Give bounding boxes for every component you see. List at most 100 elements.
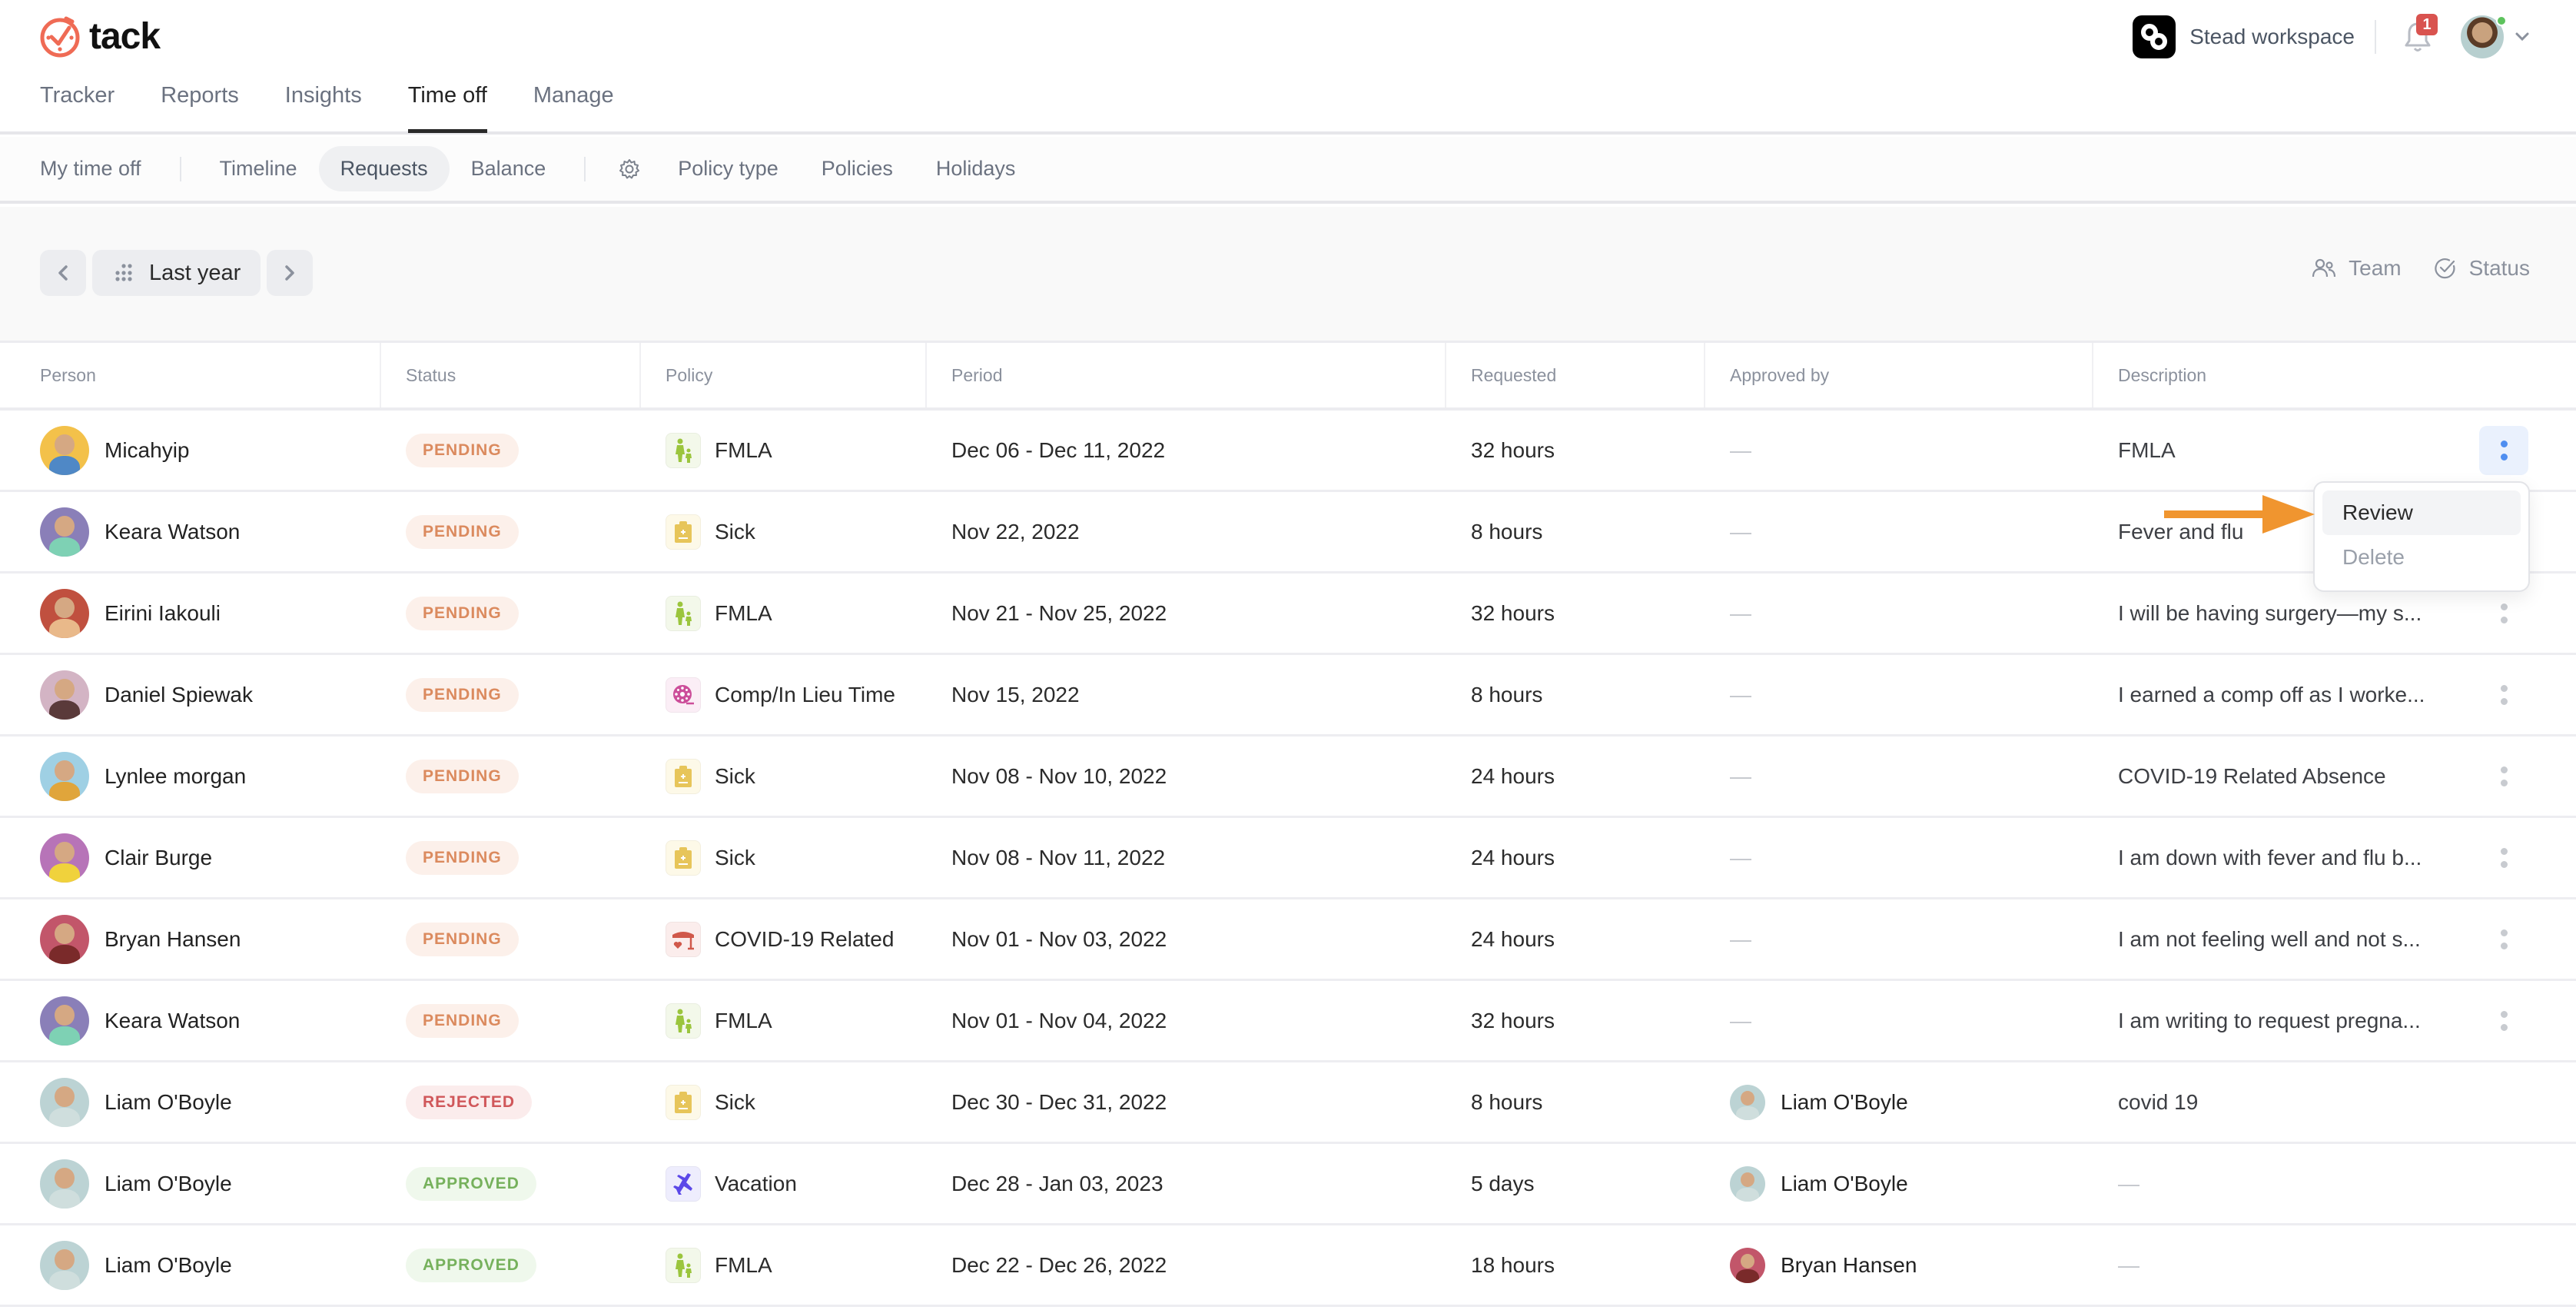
table-row[interactable]: Eirini Iakouli PENDING FMLA Nov 21 - Nov… [0, 574, 2576, 655]
previous-period-button[interactable] [40, 250, 86, 296]
workspace-switcher[interactable]: Stead workspace [2133, 15, 2355, 58]
row-actions-button[interactable] [2479, 425, 2528, 475]
policy-name: Sick [715, 845, 755, 869]
person-cell: Liam O'Boyle [0, 1225, 381, 1305]
table-row[interactable]: Lynlee morgan PENDING Sick Nov 08 - Nov … [0, 736, 2576, 818]
table-row[interactable]: Liam O'Boyle APPROVED FMLA Dec 22 - Dec … [0, 1225, 2576, 1307]
subnav-policies[interactable]: Policies [800, 146, 915, 191]
subnav-timeline[interactable]: Timeline [198, 146, 319, 191]
requested-cell: 8 hours [1446, 492, 1705, 571]
table-row[interactable]: Bryan Hansen PENDING COVID-19 Related No… [0, 899, 2576, 981]
table-header: Person Status Policy Period Requested Ap… [0, 343, 2576, 411]
period-cell: Dec 30 - Dec 31, 2022 [927, 1062, 1446, 1142]
period-cell: Nov 22, 2022 [927, 492, 1446, 571]
row-actions-button[interactable] [2479, 996, 2528, 1046]
tab-reports[interactable]: Reports [161, 83, 239, 128]
description-value: — [2118, 1171, 2139, 1195]
requested-value: 32 hours [1471, 600, 1555, 625]
row-actions-button[interactable] [2479, 589, 2528, 638]
kebab-dot [2500, 603, 2508, 610]
next-period-button[interactable] [267, 250, 314, 296]
top-bar: tack Tracker Reports Insights Time off M… [0, 0, 2576, 135]
kebab-dot [2500, 1023, 2508, 1031]
column-header-approved-by[interactable]: Approved by [1705, 343, 2093, 407]
subnav-requests[interactable]: Requests [318, 146, 450, 191]
column-header-status[interactable]: Status [381, 343, 641, 407]
person-cell: Liam O'Boyle [0, 1144, 381, 1223]
app-logo[interactable]: tack [38, 14, 161, 58]
chevron-down-icon[interactable] [2515, 32, 2530, 42]
approver-name: — [1730, 845, 1751, 869]
period-cell: Nov 21 - Nov 25, 2022 [927, 574, 1446, 653]
kebab-dot [2500, 684, 2508, 692]
requested-value: 24 hours [1471, 845, 1555, 869]
sub-nav: My time off Timeline Requests Balance Po… [0, 137, 2576, 204]
subnav-holidays[interactable]: Holidays [915, 146, 1037, 191]
row-actions-button[interactable] [2479, 752, 2528, 801]
subnav-my-time-off[interactable]: My time off [18, 146, 163, 191]
row-actions-button[interactable] [2479, 915, 2528, 964]
subnav-policy-type[interactable]: Policy type [656, 146, 800, 191]
menu-item-delete[interactable]: Delete [2322, 535, 2521, 580]
user-avatar[interactable] [2461, 15, 2507, 58]
column-header-period[interactable]: Period [927, 343, 1446, 407]
users-icon [2312, 258, 2336, 278]
period-cell: Nov 15, 2022 [927, 655, 1446, 734]
status-badge: PENDING [406, 677, 519, 712]
tab-tracker[interactable]: Tracker [40, 83, 115, 128]
approver-name: Liam O'Boyle [1781, 1171, 1908, 1195]
person-cell: Bryan Hansen [0, 899, 381, 979]
approver-name: — [1730, 600, 1751, 625]
period-cell: Nov 08 - Nov 10, 2022 [927, 736, 1446, 816]
policy-name: COVID-19 Related [715, 926, 895, 951]
requested-value: 8 hours [1471, 682, 1543, 707]
family-icon [666, 595, 701, 631]
person-name: Liam O'Boyle [105, 1089, 232, 1114]
divider [179, 156, 181, 181]
tab-insights[interactable]: Insights [285, 83, 362, 128]
row-actions-button[interactable] [2479, 833, 2528, 883]
policy-cell: FMLA [641, 981, 927, 1060]
gear-icon [619, 158, 640, 178]
table-row[interactable]: Daniel Spiewak PENDING Comp/In Lieu Time… [0, 655, 2576, 736]
status-badge: PENDING [406, 596, 519, 630]
approver-name: Liam O'Boyle [1781, 1089, 1908, 1114]
policy-cell: FMLA [641, 1225, 927, 1305]
approver-name: — [1730, 437, 1751, 462]
row-actions-button[interactable] [2479, 670, 2528, 720]
column-header-requested[interactable]: Requested [1446, 343, 1705, 407]
status-filter[interactable]: Status [2434, 256, 2530, 281]
settings-button[interactable] [603, 150, 656, 188]
column-header-description[interactable]: Description [2093, 343, 2576, 407]
table-row[interactable]: Keara Watson PENDING FMLA Nov 01 - Nov 0… [0, 981, 2576, 1062]
column-header-policy[interactable]: Policy [641, 343, 927, 407]
period-value: Dec 28 - Jan 03, 2023 [951, 1171, 1164, 1195]
approved-by-cell: Liam O'Boyle [1705, 1144, 2093, 1223]
status-badge: PENDING [406, 433, 519, 467]
person-cell: Liam O'Boyle [0, 1062, 381, 1142]
avatar [40, 1240, 89, 1290]
online-status-indicator [2496, 15, 2507, 26]
kebab-dot [2500, 697, 2508, 705]
table-row[interactable]: Liam O'Boyle REJECTED Sick Dec 30 - Dec … [0, 1062, 2576, 1144]
status-cell: REJECTED [381, 1062, 641, 1142]
table-row[interactable]: Clair Burge PENDING Sick Nov 08 - Nov 11… [0, 818, 2576, 899]
avatar [40, 588, 89, 638]
date-range-select[interactable]: Last year [92, 250, 261, 296]
header-actions: Stead workspace 1 [2133, 12, 2530, 62]
status-cell: APPROVED [381, 1225, 641, 1305]
notifications-button[interactable]: 1 [2396, 14, 2439, 58]
column-header-person[interactable]: Person [0, 343, 381, 407]
divider [584, 156, 586, 181]
table-row[interactable]: Micahyip PENDING FMLA Dec 06 - Dec 11, 2… [0, 411, 2576, 492]
table-row[interactable]: Liam O'Boyle APPROVED Vacation Dec 28 - … [0, 1144, 2576, 1225]
policy-cell: Sick [641, 736, 927, 816]
tab-manage[interactable]: Manage [533, 83, 614, 128]
policy-cell: Sick [641, 492, 927, 571]
requested-cell: 32 hours [1446, 411, 1705, 490]
subnav-balance[interactable]: Balance [450, 146, 568, 191]
avatar [40, 670, 89, 720]
team-filter[interactable]: Team [2312, 256, 2402, 281]
menu-item-review[interactable]: Review [2322, 490, 2521, 535]
tab-time-off[interactable]: Time off [407, 83, 488, 133]
